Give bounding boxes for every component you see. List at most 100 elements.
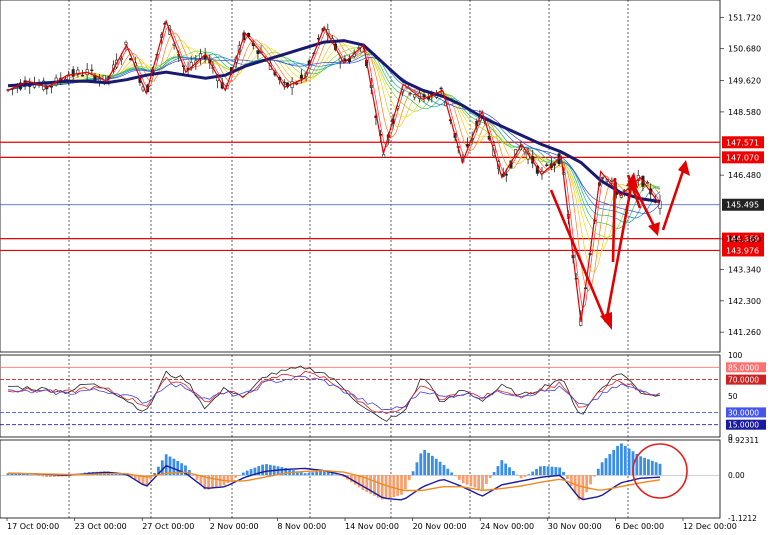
time-axis: 17 Oct 00:00 23 Oct 00:00 27 Oct 00:00 2 No… xyxy=(6,518,737,531)
histogram-bar xyxy=(481,475,484,490)
histogram-bar xyxy=(45,475,48,478)
histogram-bar xyxy=(268,464,272,476)
time-axis-label: 8 Nov 00:00 xyxy=(277,522,326,531)
histogram-bar xyxy=(384,475,388,500)
histogram-bar xyxy=(620,443,623,476)
histogram-bar xyxy=(523,475,527,477)
oscillator-level-label: 15.0000 xyxy=(728,421,759,430)
histogram-bar xyxy=(311,472,315,476)
histogram-bar xyxy=(403,475,407,490)
histogram-bar xyxy=(484,475,488,484)
histogram-bar xyxy=(554,467,558,476)
oscillator-axis-label: 50 xyxy=(728,392,738,401)
histogram-bar xyxy=(241,472,245,476)
histogram-bar xyxy=(415,462,419,476)
histogram-bar xyxy=(261,464,265,476)
histogram-bar xyxy=(434,458,438,476)
candle-body xyxy=(90,69,94,72)
histogram-bar xyxy=(461,475,465,484)
histogram-bar xyxy=(392,475,396,498)
histogram-bar xyxy=(407,475,411,481)
histogram-axis: 0.923110.00-1.1212 xyxy=(728,436,759,523)
candle-body xyxy=(282,81,286,84)
histogram-bar xyxy=(465,475,469,485)
histogram-bar xyxy=(608,454,612,476)
histogram-bar xyxy=(249,469,253,476)
oscillator-level-label: 70.0000 xyxy=(728,376,759,385)
price-axis-label: 141.260 xyxy=(728,328,761,337)
histogram-bar xyxy=(234,475,238,478)
histogram-bar xyxy=(49,475,52,478)
candle-body xyxy=(119,58,123,60)
main-panel-frame xyxy=(0,0,721,353)
candle-body xyxy=(49,86,53,88)
candle-body xyxy=(81,75,85,77)
histogram-bar xyxy=(535,469,538,476)
histogram-bar xyxy=(508,467,511,476)
histogram-bar xyxy=(604,458,608,476)
histogram-bar xyxy=(299,472,303,476)
histogram-bar xyxy=(22,474,25,476)
histogram-bar xyxy=(647,459,650,476)
histogram-bar xyxy=(307,472,311,476)
histogram-bar xyxy=(488,475,492,479)
candle-body xyxy=(124,41,128,45)
price-level-label: 147.070 xyxy=(726,153,759,162)
histogram-bar xyxy=(643,457,646,476)
histogram-bar xyxy=(527,474,531,476)
candle-body xyxy=(71,69,75,77)
histogram-bar xyxy=(25,474,29,476)
price-axis: 147.571147.070144.369143.976145.495151.7… xyxy=(720,13,764,337)
histogram-bar xyxy=(515,474,519,476)
candle-body xyxy=(646,182,650,184)
price-axis-label: 151.720 xyxy=(728,13,761,22)
histogram-bar xyxy=(380,475,384,500)
chart-canvas: 147.571147.070144.369143.976145.495151.7… xyxy=(0,0,766,531)
histogram-bar xyxy=(504,463,508,476)
histogram-bar xyxy=(164,454,168,476)
main-panel: 147.571147.070144.369143.976145.495151.7… xyxy=(0,0,764,353)
histogram-axis-label: 0.00 xyxy=(728,471,745,480)
candle-body xyxy=(408,92,412,95)
histogram-bar xyxy=(334,474,338,476)
histogram-bar xyxy=(230,475,234,481)
histogram-bar xyxy=(454,475,457,477)
histogram-bar xyxy=(357,475,361,488)
histogram-bar xyxy=(396,475,400,496)
histogram-bar xyxy=(427,452,430,476)
histogram-bar xyxy=(558,467,562,476)
candle-body xyxy=(256,50,260,55)
time-axis-label: 20 Nov 00:00 xyxy=(413,522,467,531)
histogram-bar xyxy=(214,475,218,488)
histogram-bar xyxy=(338,475,342,476)
histogram-bar xyxy=(245,470,249,476)
histogram-bar xyxy=(531,471,535,476)
histogram-bar xyxy=(419,453,423,476)
histogram-bar xyxy=(315,471,319,476)
histogram-bar xyxy=(469,475,473,487)
histogram-bar xyxy=(29,474,33,476)
candle-body xyxy=(601,176,605,179)
oscillator-axis-label: 100 xyxy=(728,351,743,360)
histogram-bar xyxy=(477,475,481,490)
price-axis-label: 150.680 xyxy=(728,45,761,54)
oscillator-axis: 85.000070.000030.000015.0000100500 xyxy=(726,351,766,442)
time-axis-label: 24 Nov 00:00 xyxy=(480,522,534,531)
histogram-bar xyxy=(330,473,334,476)
candle-body xyxy=(439,87,443,90)
histogram-bar xyxy=(566,475,569,479)
histogram-bar xyxy=(627,448,631,476)
histogram-bar xyxy=(623,446,627,476)
price-axis-label: 146.480 xyxy=(728,171,761,180)
histogram-bar xyxy=(585,475,589,493)
histogram-bar xyxy=(37,475,41,476)
oscillator-panel: 85.000070.000030.000015.0000100500 xyxy=(0,351,766,442)
histogram-bar xyxy=(430,455,434,476)
time-axis-label: 12 Dec 00:00 xyxy=(683,522,737,531)
price-axis-label: 142.300 xyxy=(728,297,761,306)
histogram-bar xyxy=(423,449,427,476)
price-axis-label: 143.340 xyxy=(728,266,761,275)
histogram-bar xyxy=(593,475,596,477)
histogram-bar xyxy=(639,456,643,476)
candle-body xyxy=(299,74,303,79)
